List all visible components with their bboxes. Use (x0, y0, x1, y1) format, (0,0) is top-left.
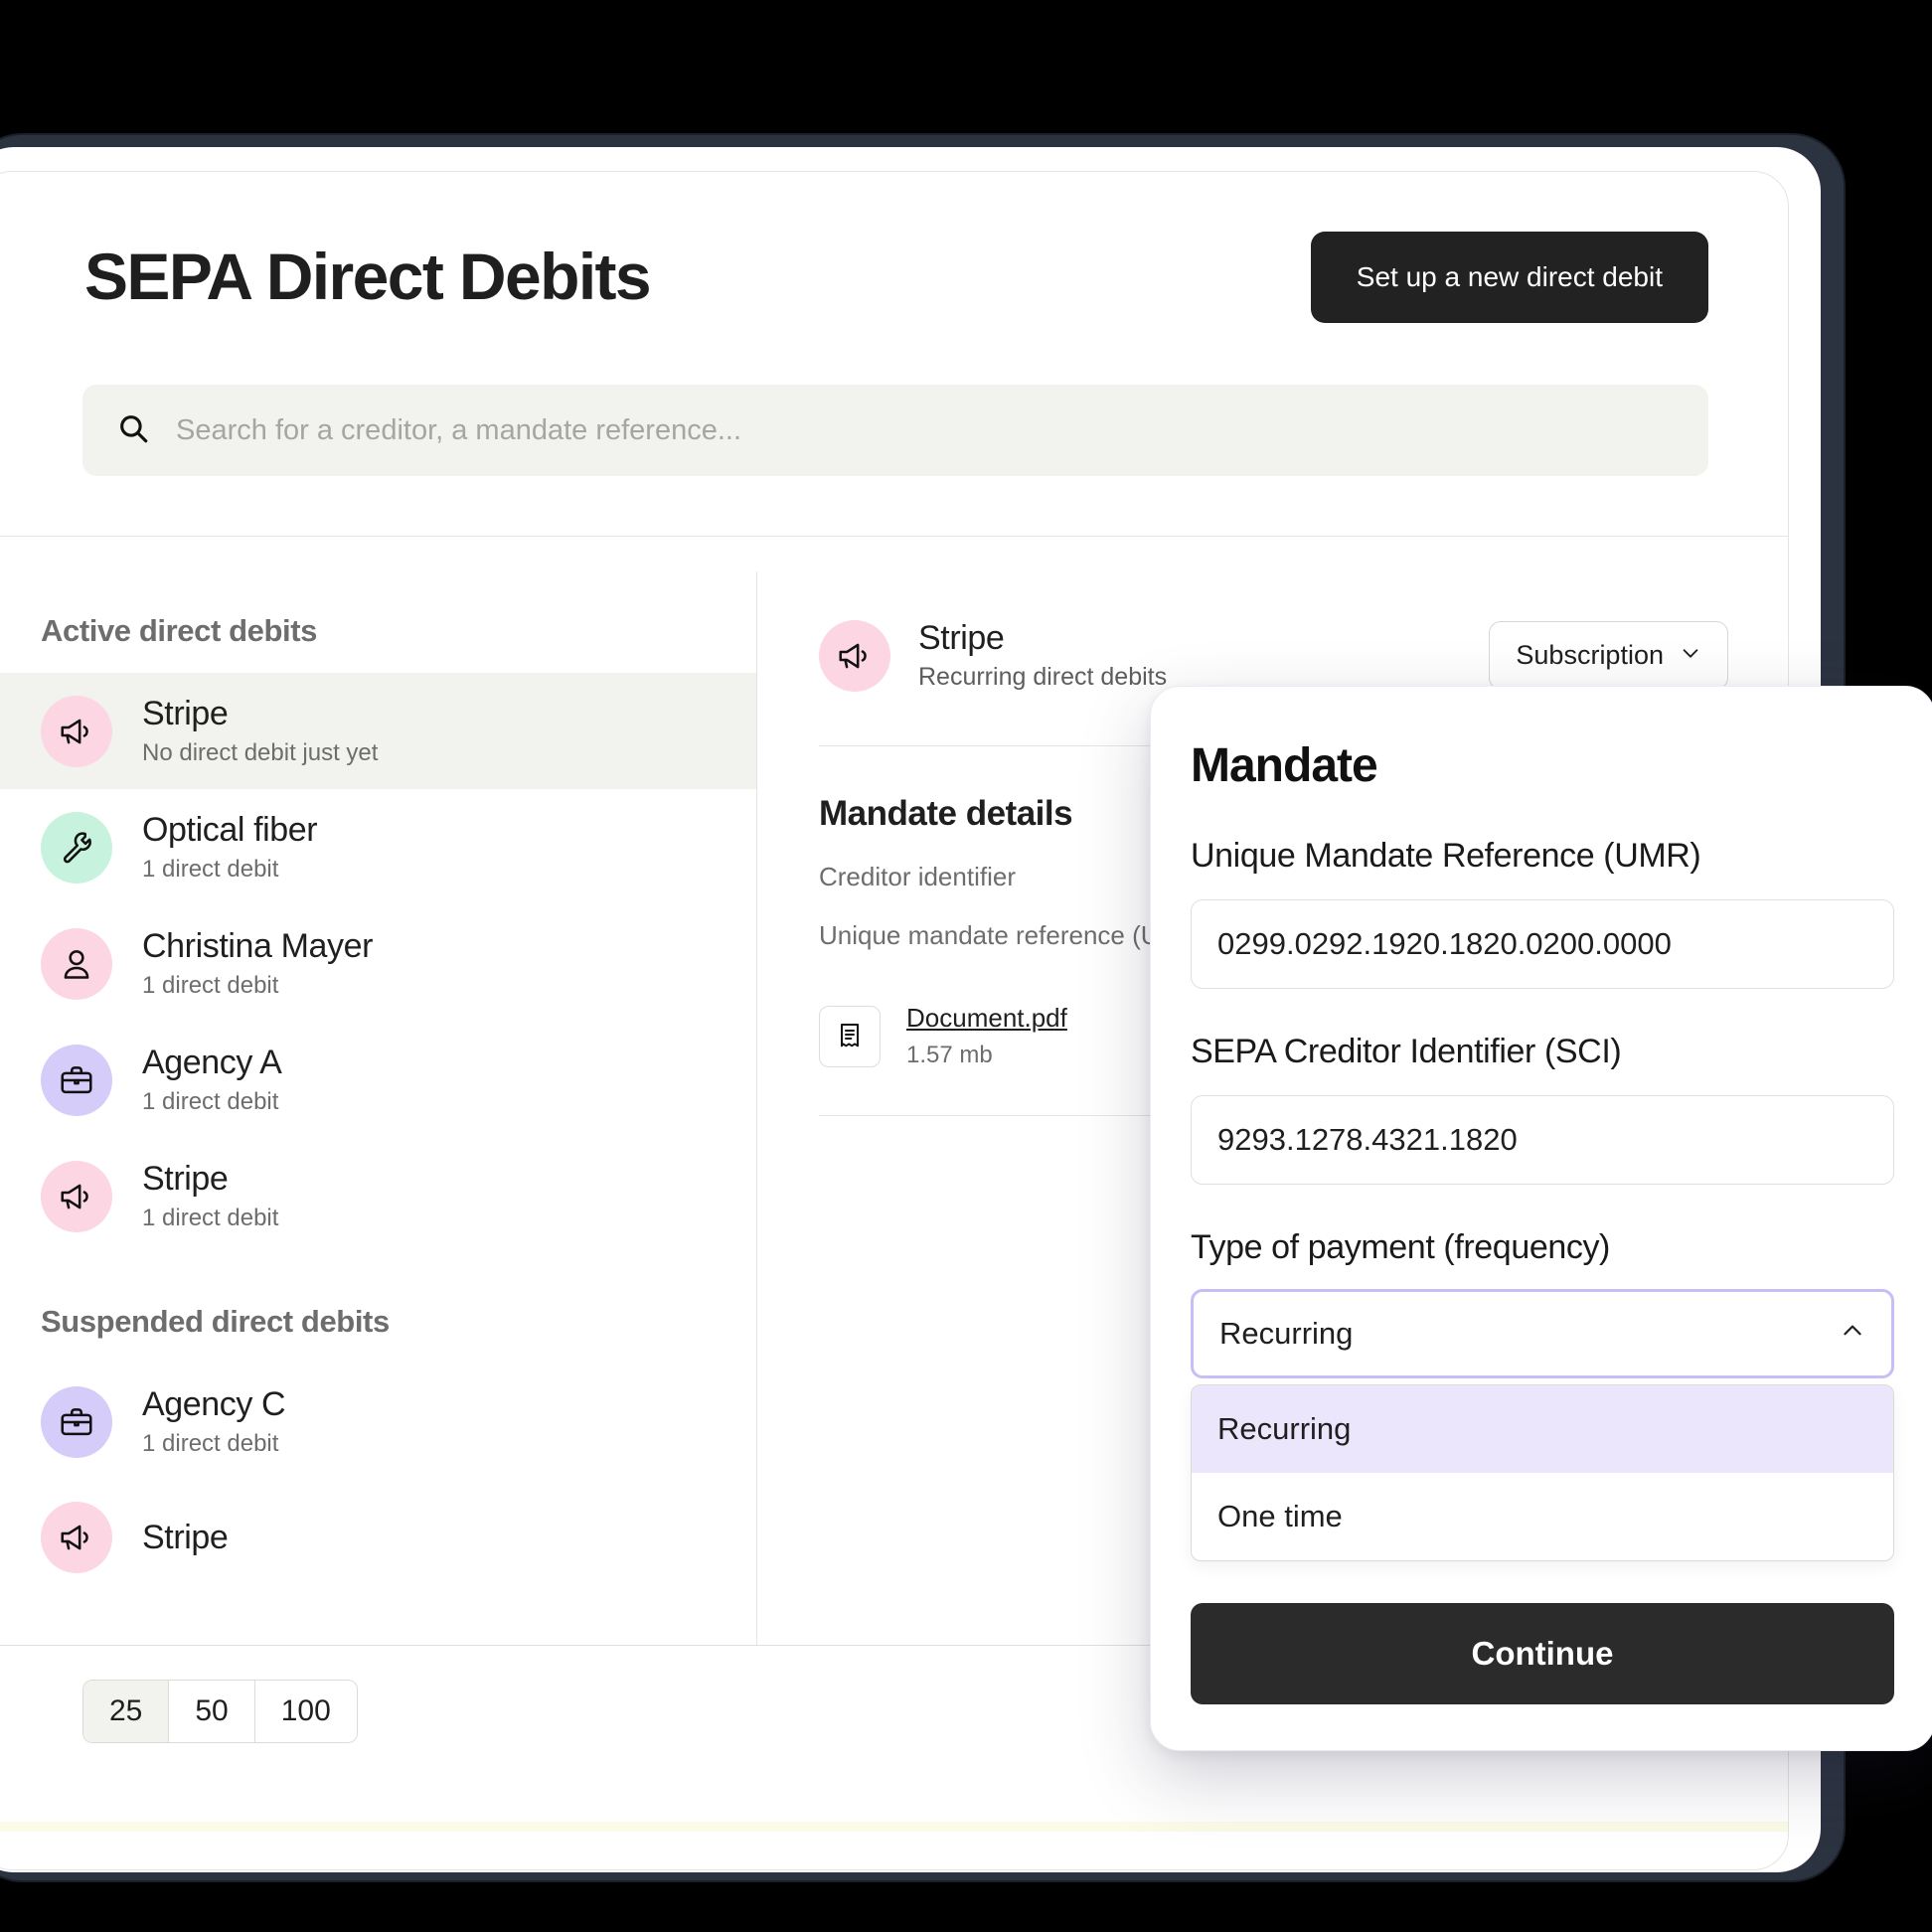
direct-debit-row-text: Stripe (142, 1518, 229, 1557)
direct-debit-name: Optical fiber (142, 811, 318, 849)
continue-button[interactable]: Continue (1191, 1603, 1894, 1704)
direct-debit-row-text: Agency A 1 direct debit (142, 1044, 282, 1116)
search-input[interactable] (176, 413, 1675, 447)
wrench-icon (41, 811, 112, 884)
suspended-section-label: Suspended direct debits (41, 1304, 390, 1339)
footer-accent-strip (0, 1822, 1788, 1832)
subscription-type-select[interactable]: Subscription (1489, 621, 1728, 690)
detail-avatar (819, 619, 890, 692)
direct-debit-row-text: Christina Mayer 1 direct debit (142, 927, 373, 1000)
suspended-direct-debits-list: Agency C 1 direct debit Stripe (0, 1364, 756, 1595)
header-divider (0, 536, 1788, 537)
direct-debits-list-panel: Active direct debits Stripe No direct deb… (0, 571, 757, 1645)
frequency-select[interactable]: Recurring (1191, 1289, 1894, 1378)
person-icon (41, 927, 112, 1000)
setup-new-direct-debit-button[interactable]: Set up a new direct debit (1310, 232, 1708, 323)
direct-debit-row-text: Optical fiber 1 direct debit (142, 811, 318, 884)
umr-input[interactable] (1191, 899, 1894, 989)
chevron-up-icon (1840, 1316, 1865, 1352)
direct-debit-name: Agency C (142, 1385, 286, 1423)
briefcase-icon (41, 1044, 112, 1116)
search-icon (116, 411, 150, 450)
page-size-option-100[interactable]: 100 (254, 1681, 357, 1742)
direct-debit-name: Stripe (142, 1518, 229, 1556)
direct-debit-subtitle: No direct debit just yet (142, 739, 379, 766)
app-header: SEPA Direct Debits Set up a new direct d… (0, 172, 1788, 537)
direct-debit-row[interactable]: Christina Mayer 1 direct debit (0, 905, 756, 1022)
direct-debit-subtitle: 1 direct debit (142, 1088, 279, 1115)
sci-label: SEPA Creditor Identifier (SCI) (1191, 1033, 1622, 1070)
frequency-option[interactable]: Recurring (1192, 1385, 1893, 1473)
search-bar[interactable] (82, 385, 1708, 476)
detail-header: Stripe Recurring direct debits Subscript… (819, 619, 1788, 692)
megaphone-icon (41, 1502, 112, 1573)
mandate-modal: Mandate Unique Mandate Reference (UMR) S… (1150, 686, 1932, 1751)
detail-header-left: Stripe Recurring direct debits (819, 619, 1167, 692)
direct-debit-row[interactable]: Stripe 1 direct debit (0, 1138, 756, 1254)
modal-title: Mandate (1191, 739, 1378, 792)
frequency-label: Type of payment (frequency) (1191, 1228, 1610, 1266)
direct-debit-name: Christina Mayer (142, 927, 374, 965)
frequency-option[interactable]: One time (1192, 1473, 1893, 1560)
frequency-selected-value: Recurring (1219, 1316, 1354, 1351)
direct-debit-subtitle: 1 direct debit (142, 1430, 279, 1457)
page-title: SEPA Direct Debits (84, 240, 652, 314)
page-size-selector[interactable]: 25 50 100 (82, 1680, 358, 1743)
direct-debit-subtitle: 1 direct debit (142, 1205, 279, 1231)
direct-debit-row[interactable]: Agency A 1 direct debit (0, 1022, 756, 1138)
umr-label: Unique Mandate Reference (UMR) (1191, 837, 1701, 875)
chevron-down-icon (1680, 640, 1701, 671)
briefcase-icon (41, 1385, 112, 1458)
sci-input[interactable] (1191, 1095, 1894, 1185)
direct-debit-name: Stripe (142, 1160, 229, 1198)
header-row: SEPA Direct Debits Set up a new direct d… (0, 232, 1788, 323)
document-name-link[interactable]: Document.pdf (906, 1003, 1067, 1034)
direct-debit-name: Agency A (142, 1044, 282, 1081)
page-size-option-25[interactable]: 25 (83, 1681, 170, 1742)
active-section-label: Active direct debits (41, 613, 317, 648)
frequency-options-list: Recurring One time (1191, 1384, 1894, 1561)
page-size-option-50[interactable]: 50 (169, 1681, 255, 1742)
direct-debit-row[interactable]: Stripe (0, 1480, 756, 1595)
detail-creditor-sub: Recurring direct debits (918, 663, 1168, 691)
direct-debit-row-text: Stripe No direct debit just yet (142, 695, 378, 767)
subscription-type-value: Subscription (1516, 640, 1664, 670)
direct-debit-row-text: Stripe 1 direct debit (142, 1160, 278, 1232)
direct-debit-row[interactable]: Stripe No direct debit just yet (0, 673, 756, 789)
direct-debit-subtitle: 1 direct debit (142, 972, 279, 999)
megaphone-icon (41, 695, 112, 767)
direct-debit-row[interactable]: Agency C 1 direct debit (0, 1364, 756, 1480)
direct-debit-row-text: Agency C 1 direct debit (142, 1385, 286, 1458)
document-icon (819, 1005, 881, 1067)
detail-creditor-name: Stripe (918, 619, 1005, 657)
screenshot-stage: SEPA Direct Debits Set up a new direct d… (0, 0, 1932, 1932)
document-size: 1.57 mb (906, 1042, 993, 1068)
megaphone-icon (41, 1160, 112, 1232)
active-direct-debits-list: Stripe No direct debit just yet Optical fi… (0, 673, 756, 1254)
direct-debit-subtitle: 1 direct debit (142, 856, 279, 883)
direct-debit-row[interactable]: Optical fiber 1 direct debit (0, 789, 756, 905)
direct-debit-name: Stripe (142, 695, 229, 732)
